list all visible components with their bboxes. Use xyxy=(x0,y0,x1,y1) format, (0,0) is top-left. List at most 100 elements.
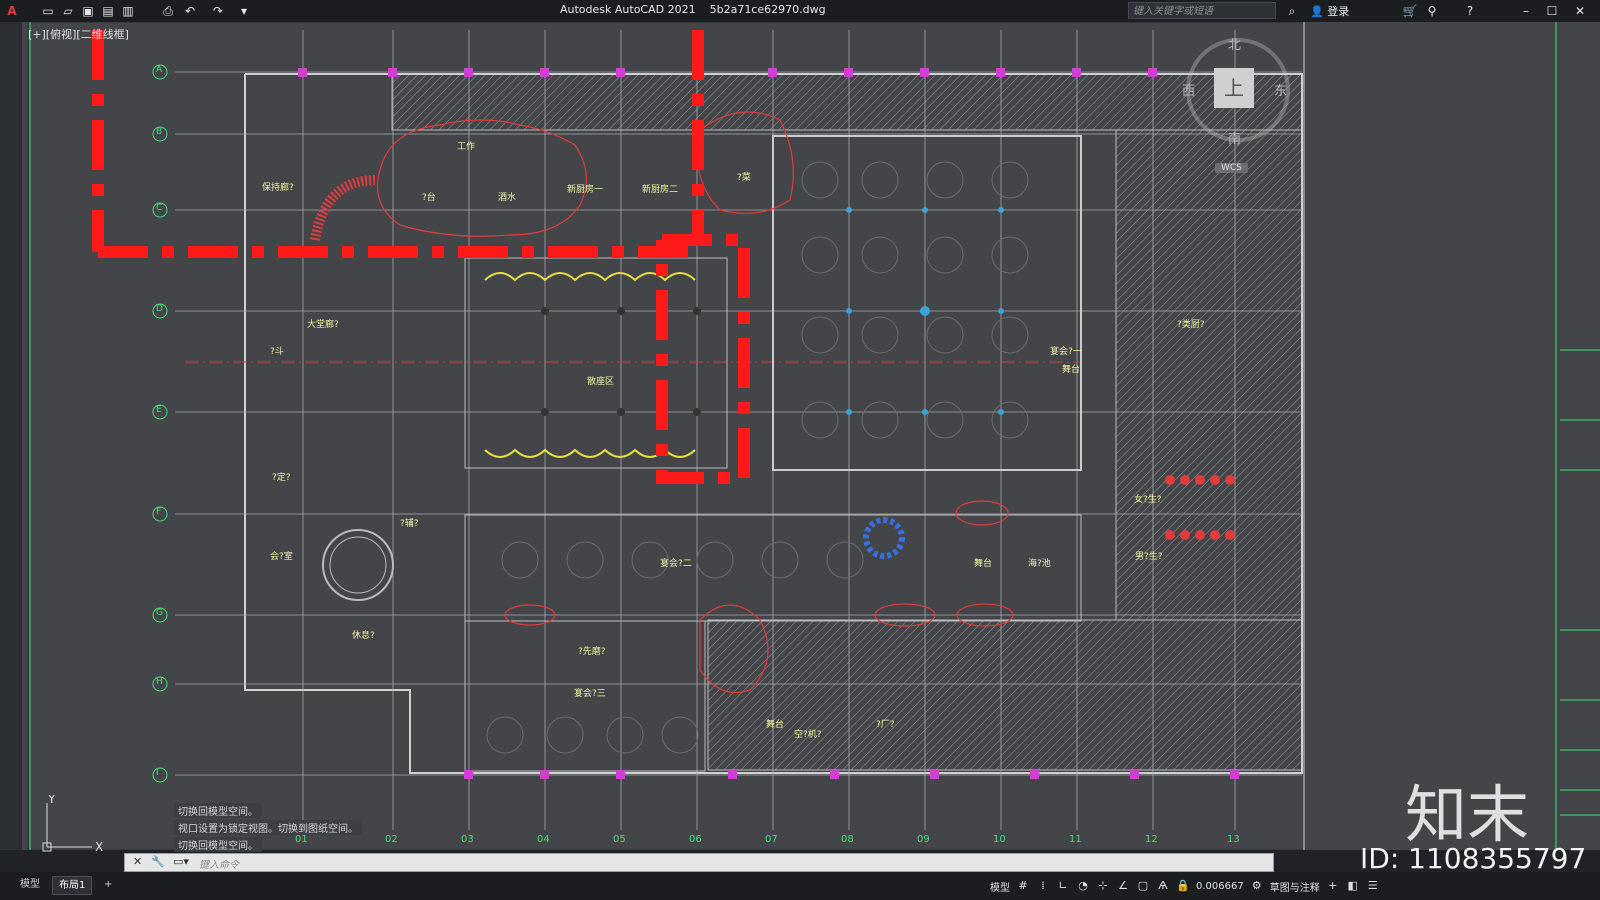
room-label: ?厂? xyxy=(876,720,895,730)
room-label: 宴会?三 xyxy=(574,689,606,699)
room-label: 舞台 xyxy=(1062,365,1081,375)
room-label: 保持廊? xyxy=(262,183,294,193)
workspace-switch[interactable]: 草图与注释 xyxy=(1270,879,1320,894)
room-label: ?台 xyxy=(422,193,436,203)
gear-icon[interactable]: ⚙ xyxy=(1250,879,1264,893)
grid-row-label: G xyxy=(156,608,163,618)
plus-icon[interactable]: + xyxy=(1326,879,1340,893)
a360-icon[interactable]: ⚲ xyxy=(1424,3,1440,19)
recent-commands-icon[interactable]: ▭▾ xyxy=(173,855,189,868)
close-icon[interactable]: ✕ xyxy=(133,855,142,868)
customize-menu-icon[interactable]: ☰ xyxy=(1366,879,1380,893)
room-label: 大堂廊? xyxy=(307,320,339,330)
close-icon[interactable]: ✕ xyxy=(1572,3,1588,19)
model-space-button[interactable]: 模型 xyxy=(990,879,1010,894)
autocad-logo-icon[interactable]: A xyxy=(4,3,20,19)
isolate-icon[interactable]: ◧ xyxy=(1346,879,1360,893)
grid-column-label: 11 xyxy=(1069,834,1082,845)
selection-cycle-icon[interactable]: ▢ xyxy=(1136,879,1150,893)
grid-column-label: 09 xyxy=(917,834,930,845)
print-icon[interactable]: ⎙ xyxy=(160,3,176,19)
customize-dropdown-icon[interactable]: ▾ xyxy=(236,3,252,19)
room-label: 海?池 xyxy=(1028,559,1051,569)
wcs-menu[interactable]: WCS xyxy=(1215,163,1248,173)
otrack-icon[interactable]: ∠ xyxy=(1116,879,1130,893)
grid-column-label: 06 xyxy=(689,834,702,845)
room-label: 工作 xyxy=(457,142,476,152)
compass-south[interactable]: 南 xyxy=(1228,128,1241,147)
grid-column-label: 07 xyxy=(765,834,778,845)
room-label: 会?室 xyxy=(270,552,293,562)
cart-icon[interactable]: 🛒 xyxy=(1402,3,1418,19)
polar-icon[interactable]: ◔ xyxy=(1076,879,1090,893)
grid-column-label: 04 xyxy=(537,834,550,845)
grid-column-label: 01 xyxy=(295,834,308,845)
tab-layout1[interactable]: 布局1 xyxy=(52,876,93,895)
room-label: ?斗 xyxy=(270,347,284,357)
room-label: 宴会?二 xyxy=(660,559,692,569)
grid-row-label: E xyxy=(156,405,162,415)
room-label: ?类厨? xyxy=(1177,320,1205,330)
compass-west[interactable]: 西 xyxy=(1182,80,1195,99)
grid-icon[interactable]: # xyxy=(1016,879,1030,893)
maximize-icon[interactable]: ☐ xyxy=(1544,3,1560,19)
lock-icon[interactable]: 🔒 xyxy=(1176,879,1190,893)
floor-plan xyxy=(27,22,1600,850)
file-name: 5b2a71ce62970.dwg xyxy=(709,3,826,16)
add-layout-button[interactable]: + xyxy=(98,876,118,893)
minimize-icon[interactable]: – xyxy=(1518,3,1534,19)
search-icon[interactable]: ⌕ xyxy=(1284,3,1300,19)
room-label: 女?生? xyxy=(1134,495,1162,505)
room-label: 酒水 xyxy=(498,193,517,203)
undo-icon[interactable]: ↶ xyxy=(182,3,198,19)
compass-east[interactable]: 东 xyxy=(1274,80,1287,99)
room-label: 新厨房二 xyxy=(642,185,679,195)
room-label: 休息? xyxy=(352,631,375,641)
grid-column-label: 05 xyxy=(613,834,626,845)
grid-row-label: F xyxy=(156,507,162,517)
save-icon[interactable]: ▣ xyxy=(80,3,96,19)
command-history-line: 视口设置为锁定视图。切换到图纸空间。 xyxy=(174,820,362,835)
svg-text:Y: Y xyxy=(47,795,56,806)
watermark-logo: 知末 xyxy=(1405,778,1530,851)
open-file-icon[interactable]: ▱ xyxy=(60,3,76,19)
login-label: 登录 xyxy=(1327,5,1350,18)
annotation-icon[interactable]: Ѧ xyxy=(1156,879,1170,893)
redo-icon[interactable]: ↷ xyxy=(210,3,226,19)
customize-icon[interactable]: 🔧 xyxy=(151,855,165,868)
room-label: 空?机? xyxy=(794,730,822,740)
svg-text:X: X xyxy=(95,840,103,854)
room-label: ?定? xyxy=(272,473,291,483)
save-as-icon[interactable]: ▤ xyxy=(100,3,116,19)
grid-row-label: A xyxy=(156,65,163,75)
command-history-line: 切换回模型空间。 xyxy=(174,837,262,852)
app-name: Autodesk AutoCAD 2021 xyxy=(560,3,696,16)
plot-icon[interactable]: ▥ xyxy=(120,3,136,19)
compass-north[interactable]: 北 xyxy=(1228,34,1241,53)
search-input[interactable]: 键入关键字或短语 xyxy=(1128,2,1276,19)
command-line[interactable]: ✕ 🔧 ▭▾ 键入命令 xyxy=(124,853,1274,872)
room-label: 散座区 xyxy=(587,377,615,387)
viewport-label[interactable]: [+][俯视][二维线框] xyxy=(28,26,129,42)
snap-icon[interactable]: ⁞ xyxy=(1036,879,1050,893)
tab-model[interactable]: 模型 xyxy=(14,876,46,893)
room-label: 男?生? xyxy=(1135,552,1163,562)
left-strip xyxy=(0,22,22,850)
grid-column-label: 13 xyxy=(1227,834,1240,845)
title-bar: A ▭ ▱ ▣ ▤ ▥ ⎙ ↶ ↷ ▾ Autodesk AutoCAD 202… xyxy=(0,0,1600,23)
login-button[interactable]: 👤 登录 xyxy=(1310,3,1349,19)
grid-column-label: 10 xyxy=(993,834,1006,845)
grid-row-label: B xyxy=(156,127,163,137)
room-label: ?先磨? xyxy=(578,647,606,657)
grid-row-label: H xyxy=(156,677,163,687)
osnap-icon[interactable]: ⊹ xyxy=(1096,879,1110,893)
viewcube-top-face[interactable]: 上 xyxy=(1214,68,1254,108)
viewport-scale[interactable]: 0.006667 xyxy=(1196,881,1244,892)
command-input[interactable]: 键入命令 xyxy=(199,856,239,871)
help-icon[interactable]: ? xyxy=(1462,3,1478,19)
ortho-icon[interactable]: ∟ xyxy=(1056,879,1070,893)
room-label: 宴会?一 xyxy=(1050,347,1082,357)
room-label: 舞台 xyxy=(974,559,993,569)
new-file-icon[interactable]: ▭ xyxy=(40,3,56,19)
drawing-canvas[interactable]: A B C D E F G H I 01 02 03 04 05 06 07 08 09 10 11 12 13 保持廊… xyxy=(22,22,1600,850)
